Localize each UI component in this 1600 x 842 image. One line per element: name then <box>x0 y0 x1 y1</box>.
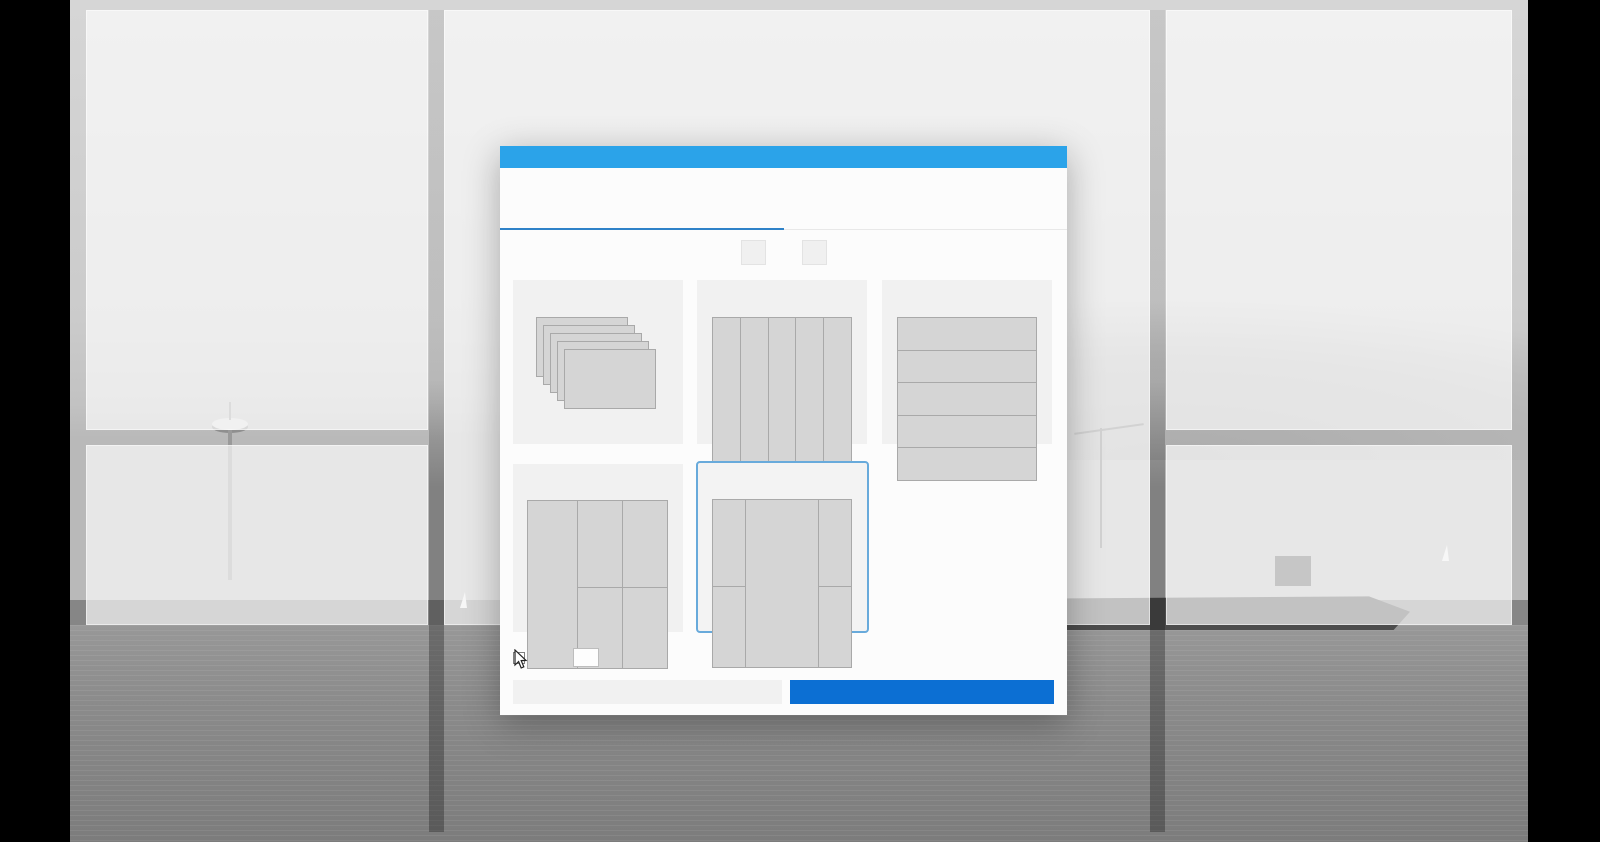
template-card-grid[interactable] <box>513 464 683 669</box>
template-card-priority-grid[interactable] <box>696 461 869 668</box>
grid-preview <box>527 500 668 669</box>
tab-templates[interactable] <box>500 204 784 230</box>
columns-preview <box>712 317 852 481</box>
tab-bar <box>500 204 1067 230</box>
dialog-titlebar[interactable] <box>500 146 1067 168</box>
template-card-rows[interactable] <box>882 280 1052 481</box>
template-card-focus[interactable] <box>513 280 683 444</box>
zone-gap <box>1150 10 1165 832</box>
mouse-cursor <box>514 649 528 669</box>
zone-count-stepper <box>500 240 1067 265</box>
priority-grid-preview <box>712 499 852 668</box>
zone-gap <box>429 10 444 832</box>
zone-count-increase-button[interactable] <box>801 240 827 265</box>
template-card-columns[interactable] <box>697 280 867 481</box>
tab-custom[interactable] <box>783 204 1067 230</box>
screen <box>0 0 1600 842</box>
zone-overlay-right-top <box>1166 10 1512 430</box>
zone-count-decrease-button[interactable] <box>740 240 766 265</box>
space-around-zones-input[interactable] <box>573 648 599 667</box>
zone-overlay-left-top <box>86 10 428 430</box>
fancyzones-layout-dialog <box>500 146 1067 715</box>
rows-preview <box>897 317 1037 481</box>
apply-button[interactable] <box>790 680 1054 704</box>
zone-overlay-left-bottom <box>86 445 428 625</box>
zone-overlay-right-bottom <box>1166 445 1512 625</box>
edit-selected-layout-button[interactable] <box>513 680 782 704</box>
focus-preview <box>528 317 668 431</box>
